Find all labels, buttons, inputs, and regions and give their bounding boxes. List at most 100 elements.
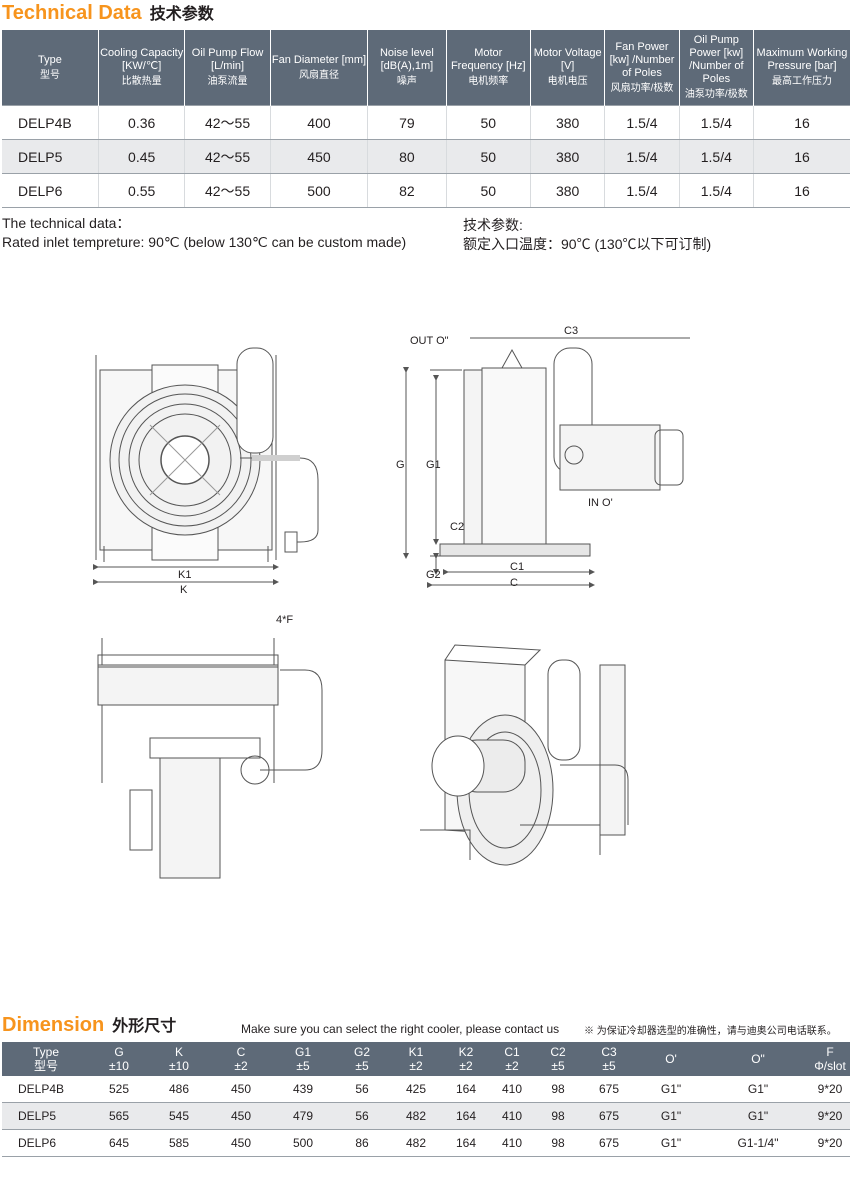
dimension-note-zh: ※ 为保证冷却器选型的准确性，请与迪奥公司电话联系。: [584, 1026, 837, 1037]
tech-header-cell: Noise level [dB(A),1m] 噪声: [367, 30, 447, 106]
dimension-note-en: Make sure you can select the right coole…: [241, 1022, 560, 1036]
dimension-cell: 482: [390, 1129, 442, 1157]
dimension-cell: 56: [334, 1102, 390, 1130]
dimension-cell: 585: [148, 1129, 210, 1157]
dimension-cell: DELP4B: [2, 1076, 90, 1103]
dimension-cell: 9*20: [810, 1129, 850, 1157]
dimension-header-cell: O": [706, 1042, 810, 1076]
front-view-drawing: [95, 347, 319, 562]
dimension-header-cell: F Φ/slot: [810, 1042, 850, 1076]
tech-cell: 80: [367, 139, 447, 174]
tech-header-cell: Fan Diameter [mm] 风扇直径: [269, 30, 368, 106]
note-en-line2: Rated inlet tempreture: 90℃ (below 130℃ …: [2, 234, 407, 250]
dimension-header-cell: C ±2: [210, 1042, 272, 1076]
label-out-port: OUT O": [410, 335, 449, 347]
tech-cell: 16: [752, 139, 850, 174]
dimension-cell: G1": [636, 1076, 706, 1103]
dimension-table: Type 型号 G ±10 K ±10 C ±2 G1 ±5 G2 ±5 K1 ±2 K2 ±2…: [2, 1042, 850, 1157]
isometric-view-drawing: [420, 644, 629, 866]
tech-cell: 82: [367, 173, 447, 208]
dimension-cell: 675: [582, 1102, 636, 1130]
dimension-header-cell: K1 ±2: [390, 1042, 442, 1076]
dimension-cell: 450: [210, 1129, 272, 1157]
dimension-cell: G1": [636, 1129, 706, 1157]
tech-cell: 16: [752, 173, 850, 208]
tech-cell: 0.45: [97, 139, 185, 174]
tech-header-cell: Type 型号: [2, 30, 99, 106]
tech-cell: 1.5/4: [604, 173, 680, 208]
dimension-header-cell: G2 ±5: [334, 1042, 390, 1076]
dimension-row: DELP4B 525 486 450 439 56 425 164 410 98…: [2, 1076, 850, 1103]
technical-drawings: K1 K OUT O" IN O' C3 G G1 C2 G2 C1 C 4*F: [93, 325, 690, 879]
label-c2: C2: [450, 521, 464, 533]
tech-cell: 50: [445, 173, 531, 208]
dimension-header-cell: C2 ±5: [534, 1042, 582, 1076]
top-view-drawing: [97, 638, 323, 879]
dimension-cell: 645: [90, 1129, 148, 1157]
label-c1: C1: [510, 561, 524, 573]
dimension-cell: 479: [272, 1102, 334, 1130]
dimension-cell: 164: [442, 1102, 490, 1130]
dimension-cell: 500: [272, 1129, 334, 1157]
tech-row: DELP6 0.55 42～55 500 82 50 380 1.5/4 1.5…: [2, 173, 850, 208]
tech-cell: DELP5: [2, 139, 99, 174]
tech-cell: 16: [752, 105, 850, 140]
label-k1: K1: [178, 569, 191, 581]
side-view-drawing: [430, 337, 690, 557]
tech-title-en: Technical Data: [2, 2, 142, 24]
dimension-header-cell: G1 ±5: [272, 1042, 334, 1076]
label-g: G: [396, 459, 405, 471]
dimension-cell: 410: [490, 1102, 534, 1130]
tech-cell: 380: [529, 139, 605, 174]
dimension-header-row: Type 型号 G ±10 K ±10 C ±2 G1 ±5 G2 ±5 K1 ±2 K2 ±2…: [2, 1042, 850, 1076]
tech-cell: 500: [269, 173, 368, 208]
rated-temp-note-zh: 技术参数: 额定入口温度：90℃ (130℃以下可订制): [463, 216, 711, 254]
dimension-cell: 9*20: [810, 1102, 850, 1130]
dimension-cell: 98: [534, 1102, 582, 1130]
tech-cell: 79: [367, 105, 447, 140]
dimension-cell: 164: [442, 1129, 490, 1157]
tech-cell: 42～55: [184, 105, 271, 140]
dimension-row: DELP5 565 545 450 479 56 482 164 410 98 …: [2, 1102, 850, 1130]
dimension-cell: 164: [442, 1076, 490, 1103]
tech-cell: 400: [269, 105, 368, 140]
dimension-row: DELP6 645 585 450 500 86 482 164 410 98 …: [2, 1129, 850, 1157]
dimension-cell: 9*20: [810, 1076, 850, 1103]
label-k: K: [180, 584, 188, 596]
note-zh-line1: 技术参数:: [463, 217, 523, 233]
tech-cell: 450: [269, 139, 368, 174]
label-g1: G1: [426, 459, 441, 471]
dimension-cell: DELP6: [2, 1129, 90, 1157]
dimension-cell: G1": [636, 1102, 706, 1130]
dimension-cell: 56: [334, 1076, 390, 1103]
dimension-cell: 98: [534, 1129, 582, 1157]
tech-title-zh: 技术参数: [149, 6, 214, 23]
tech-section-title: Technical Data 技术参数: [2, 0, 214, 25]
tech-cell: 50: [445, 105, 531, 140]
dimension-cell: 86: [334, 1129, 390, 1157]
note-zh-line2: 额定入口温度：90℃ (130℃以下可订制): [463, 236, 712, 252]
dimension-cell: G1-1/4": [706, 1129, 810, 1157]
tech-header-cell: Oil Pump Flow [L/min] 油泵流量: [184, 30, 271, 106]
dimension-cell: 486: [148, 1076, 210, 1103]
tech-cell: DELP4B: [2, 105, 99, 140]
dimension-cell: 425: [390, 1076, 442, 1103]
tech-cell: 1.5/4: [678, 173, 754, 208]
tech-header-cell: Motor Voltage [V] 电机电压: [529, 30, 605, 106]
tech-cell: 50: [445, 139, 531, 174]
note-en-line1: The technical data：: [2, 215, 131, 231]
dimension-cell: 482: [390, 1102, 442, 1130]
label-g2: G2: [426, 569, 441, 581]
tech-cell: 380: [529, 173, 605, 208]
label-f: 4*F: [276, 614, 293, 626]
dimension-cell: 410: [490, 1129, 534, 1157]
dimension-title-en: Dimension: [2, 1014, 105, 1036]
label-c: C: [510, 577, 518, 589]
tech-cell: DELP6: [2, 173, 99, 208]
rated-temp-note-en: The technical data： Rated inlet tempretu…: [2, 214, 406, 252]
dimension-header-cell: K2 ±2: [442, 1042, 490, 1076]
dimension-cell: 450: [210, 1102, 272, 1130]
tech-cell: 1.5/4: [604, 139, 680, 174]
label-c3: C3: [564, 325, 578, 337]
dimension-header-cell: C1 ±2: [490, 1042, 534, 1076]
